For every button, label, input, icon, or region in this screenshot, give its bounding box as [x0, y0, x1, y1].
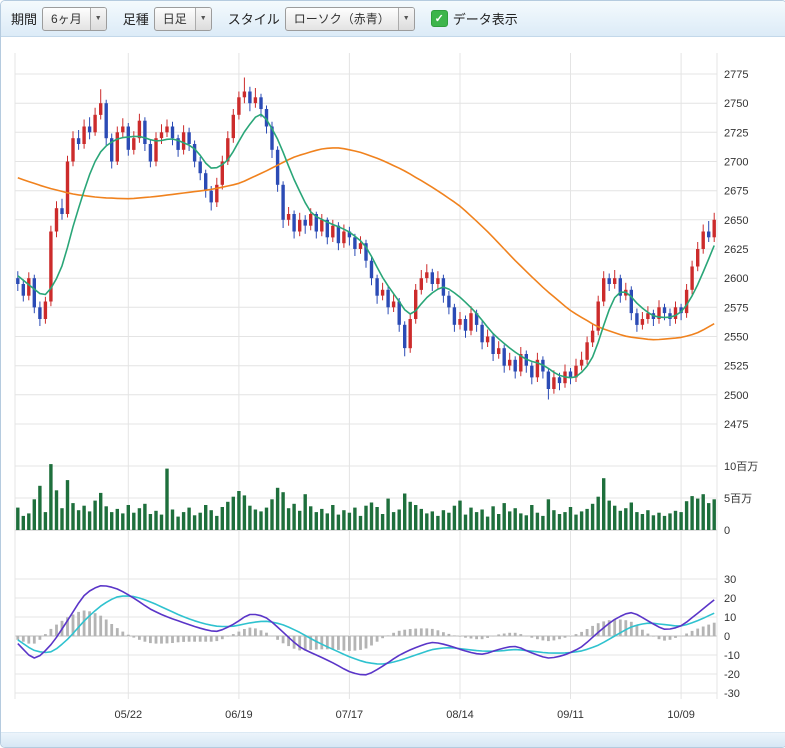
svg-text:2625: 2625	[724, 244, 748, 256]
svg-text:08/14: 08/14	[446, 709, 474, 721]
svg-text:10百万: 10百万	[724, 461, 758, 473]
svg-text:2575: 2575	[724, 302, 748, 314]
svg-text:2675: 2675	[724, 186, 748, 198]
data-display-checkbox[interactable]: ✓	[431, 10, 448, 27]
data-display-label: データ表示	[453, 9, 518, 28]
svg-text:10: 10	[724, 612, 736, 624]
svg-text:2700: 2700	[724, 157, 748, 169]
chart-area: 2775 2750 2725 2700 2675 2650 2625 2600 2575 2550…	[1, 37, 785, 732]
chart-toolbar: 期間 6ヶ月 ▼ 足種 日足 ▼ スタイル ローソク（赤青） ▼ ✓ データ表示	[1, 1, 785, 37]
bar-type-dropdown[interactable]: 日足 ▼	[154, 7, 212, 31]
svg-text:2525: 2525	[724, 361, 748, 373]
svg-text:-10: -10	[724, 650, 740, 662]
svg-text:2600: 2600	[724, 273, 748, 285]
check-icon: ✓	[435, 12, 444, 25]
style-value: ローソク（赤青）	[286, 8, 398, 30]
chevron-down-icon: ▼	[195, 8, 211, 30]
svg-text:07/17: 07/17	[336, 709, 364, 721]
style-label: スタイル	[228, 9, 280, 28]
chevron-down-icon: ▼	[90, 8, 106, 30]
period-dropdown[interactable]: 6ヶ月 ▼	[42, 7, 107, 31]
svg-text:-30: -30	[724, 688, 740, 700]
svg-text:5百万: 5百万	[724, 493, 752, 505]
volume-bars	[16, 464, 716, 530]
gridlines	[15, 53, 717, 699]
svg-text:09/11: 09/11	[557, 709, 584, 721]
svg-text:0: 0	[724, 631, 730, 643]
svg-text:2750: 2750	[724, 98, 748, 110]
svg-text:20: 20	[724, 593, 736, 605]
svg-text:2775: 2775	[724, 69, 748, 81]
svg-text:2500: 2500	[724, 390, 748, 402]
svg-text:2725: 2725	[724, 127, 748, 139]
svg-text:0: 0	[724, 525, 730, 537]
svg-text:30: 30	[724, 574, 736, 586]
candlesticks	[16, 78, 716, 400]
bar-type-value: 日足	[155, 8, 195, 30]
svg-text:2475: 2475	[724, 419, 748, 431]
style-dropdown[interactable]: ローソク（赤青） ▼	[285, 7, 415, 31]
chevron-down-icon: ▼	[398, 8, 414, 30]
svg-text:10/09: 10/09	[667, 709, 695, 721]
svg-text:2650: 2650	[724, 215, 748, 227]
svg-text:2550: 2550	[724, 332, 748, 344]
period-label: 期間	[11, 9, 37, 28]
stock-chart: 2775 2750 2725 2700 2675 2650 2625 2600 2575 2550…	[1, 37, 784, 727]
stock-chart-widget: 期間 6ヶ月 ▼ 足種 日足 ▼ スタイル ローソク（赤青） ▼ ✓ データ表示	[0, 0, 785, 748]
svg-text:06/19: 06/19	[225, 709, 253, 721]
moving-average-lines	[18, 114, 714, 377]
bar-type-label: 足種	[123, 9, 149, 28]
svg-text:05/22: 05/22	[115, 709, 143, 721]
svg-text:-20: -20	[724, 669, 740, 681]
period-value: 6ヶ月	[43, 8, 90, 30]
